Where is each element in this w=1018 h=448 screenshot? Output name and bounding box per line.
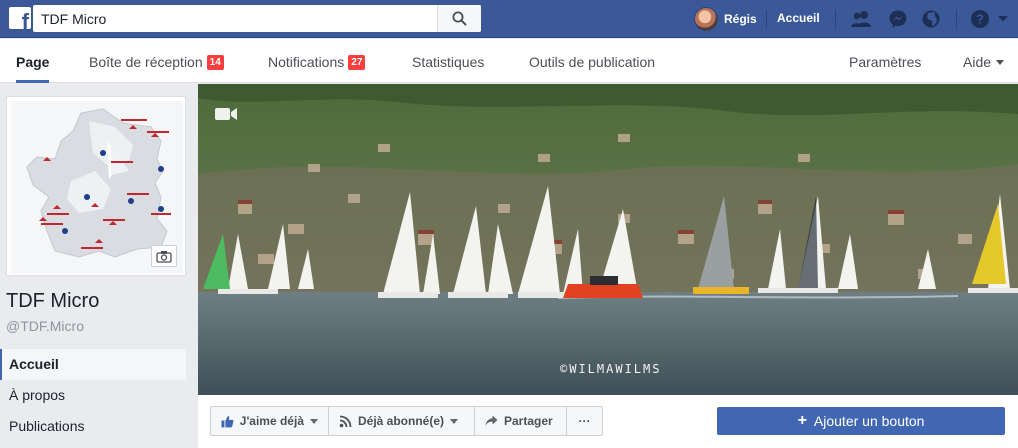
tab-page[interactable]: Page (16, 39, 50, 83)
follow-button[interactable]: Déjà abonné(e) (329, 406, 475, 436)
update-profile-picture-button[interactable] (151, 245, 177, 267)
settings-link[interactable]: Paramètres (849, 39, 921, 83)
page-username[interactable]: @TDF.Micro (6, 318, 84, 334)
profile-link[interactable]: Régis (694, 6, 757, 32)
like-button-label: J'aime déjà (239, 414, 304, 428)
friend-requests-icon[interactable] (850, 8, 872, 30)
tab-statistics[interactable]: Statistiques (412, 39, 484, 83)
like-button[interactable]: J'aime déjà (210, 406, 329, 436)
camera-icon (156, 251, 172, 263)
help-icon[interactable]: ? (969, 8, 991, 30)
rss-follow-icon (339, 415, 352, 427)
add-button-button[interactable]: + Ajouter un bouton (717, 407, 1005, 435)
notifications-count-badge: 27 (348, 55, 366, 70)
home-link[interactable]: Accueil (777, 11, 820, 25)
tab-notifications[interactable]: Notifications 27 (268, 39, 366, 83)
page-navigation: Page Boîte de réception 14 Notifications 2… (0, 39, 1018, 83)
share-arrow-icon (485, 415, 498, 426)
tab-label: Statistiques (412, 54, 485, 70)
photo-watermark: ©WILMAWILMS (560, 362, 662, 376)
add-button-label: Ajouter un bouton (813, 413, 925, 429)
divider (956, 10, 957, 28)
tab-label: Page (16, 54, 50, 70)
divider (835, 10, 836, 28)
thumbs-up-icon (221, 415, 234, 427)
account-menu-icon[interactable] (996, 8, 1010, 30)
sidebar-item-posts[interactable]: Publications (0, 411, 186, 442)
share-button[interactable]: Partager (475, 406, 567, 436)
sailing-regatta-image (198, 84, 1018, 395)
chevron-down-icon (450, 418, 459, 424)
divider (766, 10, 767, 28)
messenger-icon[interactable] (887, 8, 909, 30)
profile-name: Régis (724, 12, 757, 26)
tab-label: Notifications (268, 54, 345, 70)
facebook-logo-icon[interactable]: f (9, 7, 31, 29)
sidebar-item-home[interactable]: Accueil (0, 349, 186, 380)
search-button[interactable] (437, 5, 481, 32)
avatar (694, 7, 718, 31)
follow-button-label: Déjà abonné(e) (358, 414, 445, 428)
cover-photo[interactable]: ©WILMAWILMS (198, 84, 1018, 395)
help-label: Aide (963, 54, 992, 70)
more-options-label: ··· (578, 414, 591, 428)
settings-label: Paramètres (849, 54, 922, 70)
plus-icon: + (797, 412, 807, 429)
inbox-count-badge: 14 (206, 55, 224, 70)
search-input[interactable] (33, 5, 443, 32)
page-title[interactable]: TDF Micro (6, 290, 99, 313)
chevron-down-icon (996, 60, 1005, 65)
notifications-globe-icon[interactable] (920, 8, 942, 30)
page-action-bar: J'aime déjà Déjà abonné(e) Partager ··· … (198, 395, 1018, 448)
top-bar: f Régis Accueil (0, 0, 1018, 38)
tab-inbox[interactable]: Boîte de réception 14 (89, 39, 224, 83)
tab-publishing-tools[interactable]: Outils de publication (529, 39, 655, 83)
tab-label: Outils de publication (529, 54, 656, 70)
left-navigation: Accueil À propos Publications (0, 349, 186, 442)
search-box (33, 5, 481, 32)
search-icon (452, 11, 467, 26)
page-profile-picture[interactable] (6, 96, 186, 276)
sidebar-item-about[interactable]: À propos (0, 380, 186, 411)
more-options-button[interactable]: ··· (567, 406, 603, 436)
help-menu[interactable]: Aide (963, 39, 1005, 83)
chevron-down-icon (310, 418, 318, 424)
tab-label: Boîte de réception (89, 54, 203, 70)
share-button-label: Partager (504, 414, 553, 428)
svg-text:?: ? (976, 12, 984, 27)
